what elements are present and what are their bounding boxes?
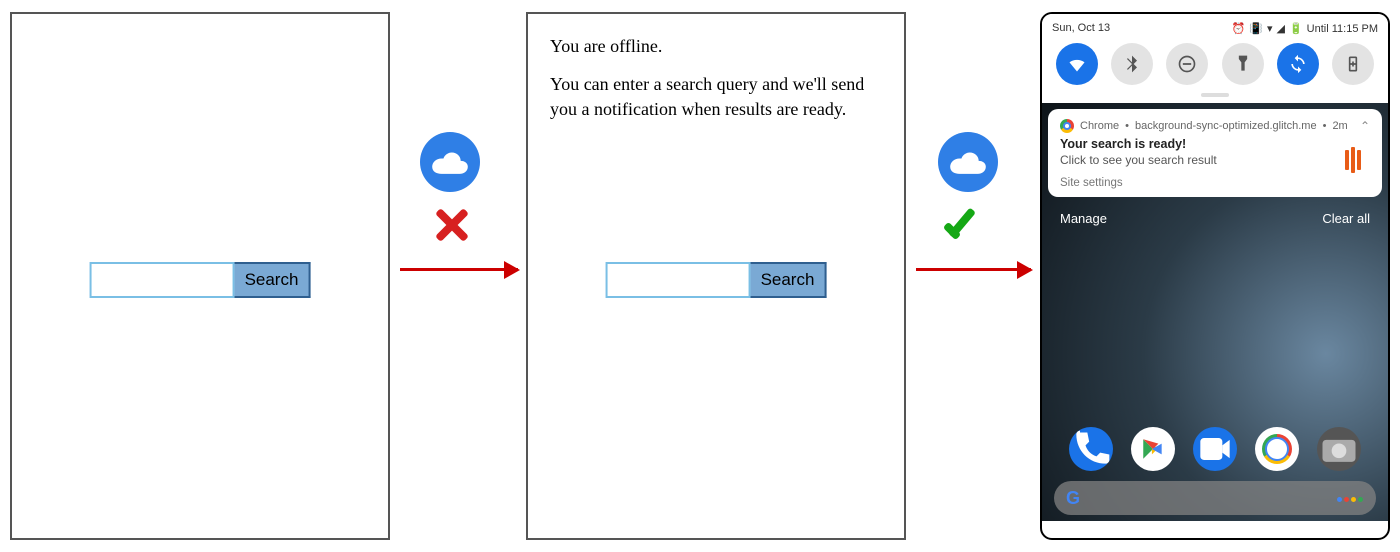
clear-all-button[interactable]: Clear all (1322, 211, 1370, 226)
cloud-offline-icon (420, 132, 480, 192)
offline-title: You are offline. (550, 34, 882, 58)
battery-icon: 🔋 (1289, 22, 1303, 35)
bullet: • (1125, 120, 1129, 132)
search-row: Search (606, 262, 827, 298)
search-row: Search (90, 262, 311, 298)
site-settings-link[interactable]: Site settings (1060, 177, 1370, 189)
quick-settings-row (1052, 43, 1378, 89)
status-date: Sun, Oct 13 (1052, 22, 1110, 35)
alarm-icon: ⏰ (1232, 22, 1246, 35)
assistant-icon[interactable] (1336, 489, 1364, 507)
notif-age: 2m (1332, 120, 1347, 132)
qs-wifi[interactable] (1056, 43, 1098, 85)
qs-flashlight[interactable] (1222, 43, 1264, 85)
panel-phone: Sun, Oct 13 ⏰ 📳 ▾ ◢ 🔋 Until 11:15 PM (1040, 12, 1390, 540)
offline-message: You can enter a search query and we'll s… (550, 72, 882, 121)
quick-settings-panel: Sun, Oct 13 ⏰ 📳 ▾ ◢ 🔋 Until 11:15 PM (1042, 14, 1388, 103)
phone-app-icon[interactable] (1069, 427, 1113, 471)
status-bar: Sun, Oct 13 ⏰ 📳 ▾ ◢ 🔋 Until 11:15 PM (1052, 22, 1378, 35)
chrome-app-icon[interactable] (1255, 427, 1299, 471)
search-button[interactable]: Search (235, 262, 311, 298)
notification-body: Click to see you search result (1060, 153, 1370, 167)
qs-bluetooth[interactable] (1111, 43, 1153, 85)
panel-offline-message: You are offline. You can enter a search … (526, 12, 906, 540)
bullet: • (1323, 120, 1327, 132)
search-input[interactable] (90, 262, 235, 298)
status-right: ⏰ 📳 ▾ ◢ 🔋 Until 11:15 PM (1232, 22, 1378, 35)
x-mark-icon (430, 205, 470, 245)
search-button[interactable]: Search (751, 262, 827, 298)
qs-battery-saver[interactable] (1332, 43, 1374, 85)
check-mark-icon (944, 204, 990, 244)
google-search-bar[interactable]: G (1054, 481, 1376, 515)
play-store-icon[interactable] (1131, 427, 1175, 471)
vibrate-icon: 📳 (1249, 22, 1263, 35)
duo-app-icon[interactable] (1193, 427, 1237, 471)
notif-site: background-sync-optimized.glitch.me (1135, 120, 1317, 132)
notification-actions: Manage Clear all (1048, 197, 1382, 230)
google-logo-icon: G (1066, 488, 1080, 509)
qs-autorotate[interactable] (1277, 43, 1319, 85)
arrow-1 (400, 268, 518, 271)
notification-app-icon (1344, 147, 1370, 173)
cloud-online-icon (938, 132, 998, 192)
signal-icon: ◢ (1277, 22, 1285, 35)
notification-title: Your search is ready! (1060, 137, 1370, 151)
drag-handle[interactable] (1201, 93, 1229, 97)
arrow-2 (916, 268, 1031, 271)
notification-source: Chrome • background-sync-optimized.glitc… (1060, 119, 1370, 133)
chrome-icon (1060, 119, 1074, 133)
notification-card[interactable]: ⌃ Chrome • background-sync-optimized.gli… (1048, 109, 1382, 197)
notif-app: Chrome (1080, 120, 1119, 132)
qs-dnd[interactable] (1166, 43, 1208, 85)
offline-text-block: You are offline. You can enter a search … (528, 14, 904, 121)
panel-initial: Search (10, 12, 390, 540)
app-dock (1042, 427, 1388, 471)
status-until: Until 11:15 PM (1307, 23, 1378, 35)
manage-button[interactable]: Manage (1060, 211, 1107, 226)
search-input[interactable] (606, 262, 751, 298)
camera-app-icon[interactable] (1317, 427, 1361, 471)
phone-body: ⌃ Chrome • background-sync-optimized.gli… (1042, 103, 1388, 521)
wifi-icon: ▾ (1267, 22, 1273, 35)
chevron-up-icon[interactable]: ⌃ (1360, 119, 1370, 133)
